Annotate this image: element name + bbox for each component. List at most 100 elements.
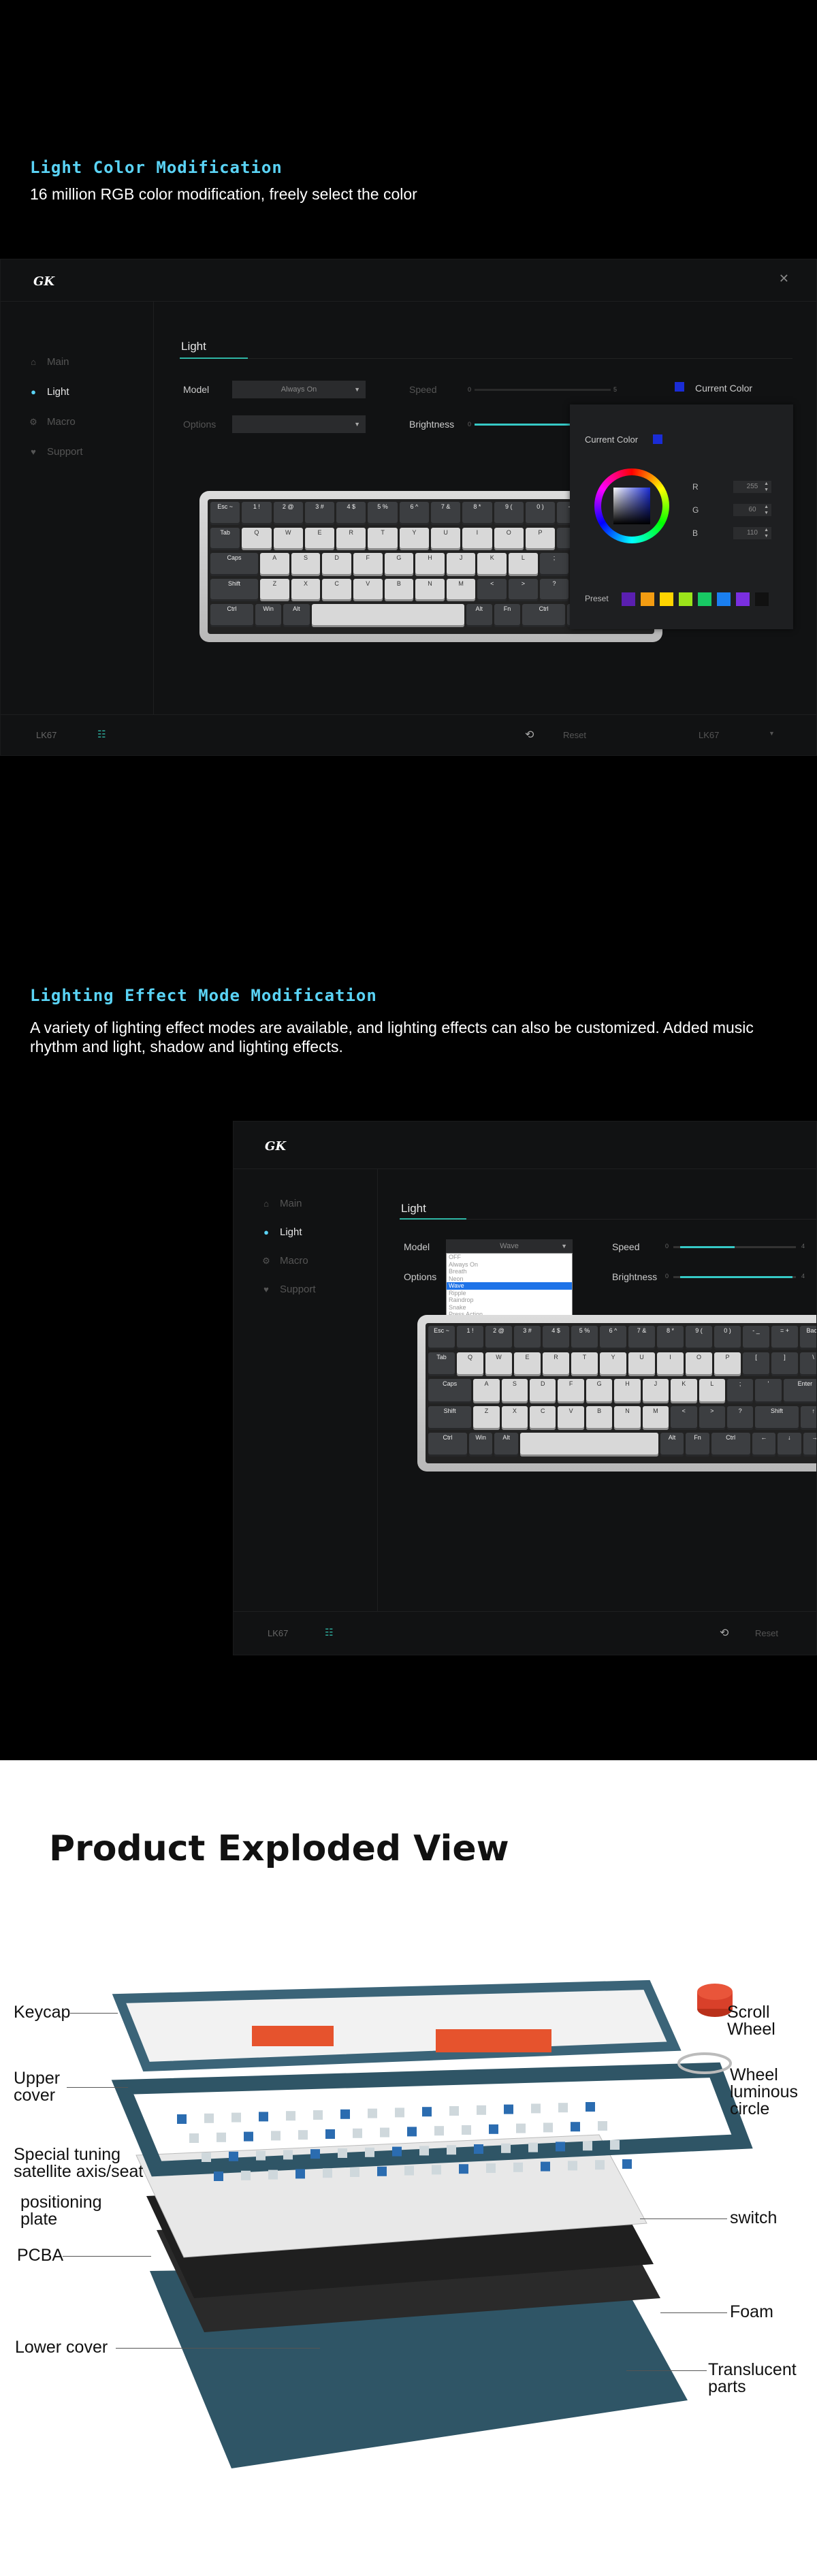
r-input[interactable]: 255 ▲ ▼ bbox=[733, 481, 771, 493]
r-label: R bbox=[692, 482, 699, 492]
model-dropdown[interactable]: Wave ▼ bbox=[446, 1239, 573, 1253]
switch-mark bbox=[543, 2122, 553, 2133]
key: P bbox=[714, 1352, 741, 1377]
leader-line bbox=[70, 2013, 118, 2014]
preset-swatch[interactable] bbox=[717, 592, 731, 606]
key: 0 ) bbox=[525, 502, 556, 525]
mode-option[interactable]: Raindrop bbox=[447, 1297, 572, 1304]
key: Y bbox=[600, 1352, 626, 1377]
switch-mark bbox=[610, 2140, 620, 2150]
title-bar: GK ✕ bbox=[1, 259, 816, 302]
preset-swatch[interactable] bbox=[622, 592, 635, 606]
app-window: GK ✕ ⌂ Main ● Light ⚙ Macro ♥ Support Light … bbox=[0, 259, 817, 756]
mode-option[interactable]: OFF bbox=[447, 1254, 572, 1261]
preset-swatch[interactable] bbox=[679, 592, 692, 606]
label-scroll-wheel: Scroll Wheel bbox=[727, 2003, 775, 2039]
key: 7 & bbox=[628, 1326, 655, 1350]
preset-swatch[interactable] bbox=[755, 592, 769, 606]
sidebar-item-light[interactable]: ● Light bbox=[28, 386, 69, 398]
spinner-icon[interactable]: ▲ ▼ bbox=[764, 504, 769, 516]
sidebar-item-support[interactable]: ♥ Support bbox=[28, 446, 82, 458]
mode-option[interactable]: Ripple bbox=[447, 1290, 572, 1297]
spinner-icon[interactable]: ▲ ▼ bbox=[764, 527, 769, 539]
grid-icon[interactable]: ☷ bbox=[97, 729, 106, 740]
switch-mark bbox=[595, 2160, 605, 2170]
sidebar-item-main[interactable]: ⌂ Main bbox=[28, 356, 69, 368]
key: L bbox=[699, 1379, 725, 1403]
switch-mark bbox=[310, 2149, 320, 2159]
speed-slider[interactable] bbox=[475, 389, 611, 391]
options-dropdown[interactable]: ▼ bbox=[232, 415, 366, 433]
switch-mark bbox=[365, 2147, 374, 2157]
r-value: 255 bbox=[746, 483, 758, 490]
section-lighting-effect: Lighting Effect Mode Modification A vari… bbox=[0, 763, 817, 1760]
saturation-square[interactable] bbox=[613, 488, 650, 524]
switch-mark bbox=[486, 2163, 496, 2173]
color-wheel[interactable] bbox=[594, 468, 669, 543]
section-title: Lighting Effect Mode Modification bbox=[30, 986, 377, 1005]
chevron-down-icon: ▼ bbox=[561, 1243, 567, 1250]
sidebar-item-main[interactable]: ⌂ Main bbox=[261, 1198, 302, 1209]
switch-mark bbox=[477, 2105, 486, 2115]
key: N bbox=[415, 578, 445, 602]
sidebar-item-macro[interactable]: ⚙ Macro bbox=[261, 1255, 308, 1267]
reset-button[interactable]: Reset bbox=[563, 730, 586, 740]
switch-mark bbox=[259, 2112, 268, 2122]
speed-max: 4 bbox=[801, 1243, 805, 1250]
mode-option[interactable]: Snake bbox=[447, 1304, 572, 1311]
brightness-slider[interactable] bbox=[475, 424, 573, 426]
preset-swatch[interactable] bbox=[736, 592, 750, 606]
key: C bbox=[322, 578, 351, 602]
label-satellite-axis: Special tuning satellite axis/seat bbox=[14, 2145, 144, 2181]
chevron-down-icon: ▼ bbox=[354, 421, 360, 428]
label-positioning-plate: positioning plate bbox=[20, 2193, 102, 2229]
mode-option[interactable]: Neon bbox=[447, 1275, 572, 1283]
key: Ctrl bbox=[210, 604, 254, 627]
model-value: Wave bbox=[500, 1242, 519, 1250]
spinner-icon[interactable]: ▲ ▼ bbox=[764, 481, 769, 493]
mode-option[interactable]: Always On bbox=[447, 1261, 572, 1269]
switch-mark bbox=[244, 2131, 253, 2142]
sidebar-item-macro[interactable]: ⚙ Macro bbox=[28, 416, 76, 428]
tab-light[interactable]: Light bbox=[401, 1202, 426, 1215]
mode-option[interactable]: Breath bbox=[447, 1268, 572, 1275]
device-select[interactable]: LK67 bbox=[699, 730, 719, 740]
brightness-slider[interactable] bbox=[673, 1276, 796, 1278]
mode-option[interactable]: Wave bbox=[447, 1282, 572, 1290]
divider bbox=[248, 358, 792, 359]
g-input[interactable]: 60 ▲ ▼ bbox=[733, 504, 771, 516]
brightness-min: 0 bbox=[468, 421, 472, 428]
refresh-icon[interactable]: ⟲ bbox=[525, 728, 534, 742]
key: Ctrl bbox=[522, 604, 566, 627]
key: H bbox=[415, 553, 445, 576]
heart-icon: ♥ bbox=[263, 1284, 269, 1294]
keycap-shape bbox=[112, 1979, 682, 2072]
reset-button[interactable]: Reset bbox=[755, 1628, 778, 1638]
key: B bbox=[586, 1405, 613, 1430]
close-icon[interactable]: ✕ bbox=[779, 272, 789, 286]
current-color-swatch[interactable] bbox=[675, 382, 684, 392]
chevron-down-icon: ▼ bbox=[354, 386, 360, 393]
model-dropdown[interactable]: Always On ▼ bbox=[232, 381, 366, 398]
refresh-icon[interactable]: ⟲ bbox=[720, 1626, 728, 1640]
key: E bbox=[514, 1352, 541, 1377]
preset-swatch[interactable] bbox=[641, 592, 654, 606]
switch-mark bbox=[432, 2165, 441, 2175]
color-picker-popup: Current Color R 255 ▲ ▼ G 60 ▲ ▼ B 110 ▲ ▼ Pre… bbox=[570, 404, 793, 629]
preset-swatch[interactable] bbox=[698, 592, 711, 606]
preset-swatch[interactable] bbox=[660, 592, 673, 606]
key: Back bbox=[800, 1326, 816, 1350]
switch-mark bbox=[241, 2170, 251, 2180]
options-label: Options bbox=[404, 1271, 437, 1282]
switch-mark bbox=[217, 2132, 226, 2142]
key: Caps bbox=[428, 1379, 472, 1403]
switch-mark bbox=[489, 2124, 498, 2134]
sidebar-item-light[interactable]: ● Light bbox=[261, 1226, 302, 1238]
chevron-down-icon[interactable]: ▼ bbox=[769, 730, 775, 737]
switch-mark bbox=[231, 2112, 241, 2122]
tab-light[interactable]: Light bbox=[181, 340, 206, 353]
b-input[interactable]: 110 ▲ ▼ bbox=[733, 527, 771, 539]
grid-icon[interactable]: ☷ bbox=[325, 1627, 334, 1638]
speed-slider[interactable] bbox=[673, 1246, 796, 1248]
sidebar-item-support[interactable]: ♥ Support bbox=[261, 1284, 315, 1295]
